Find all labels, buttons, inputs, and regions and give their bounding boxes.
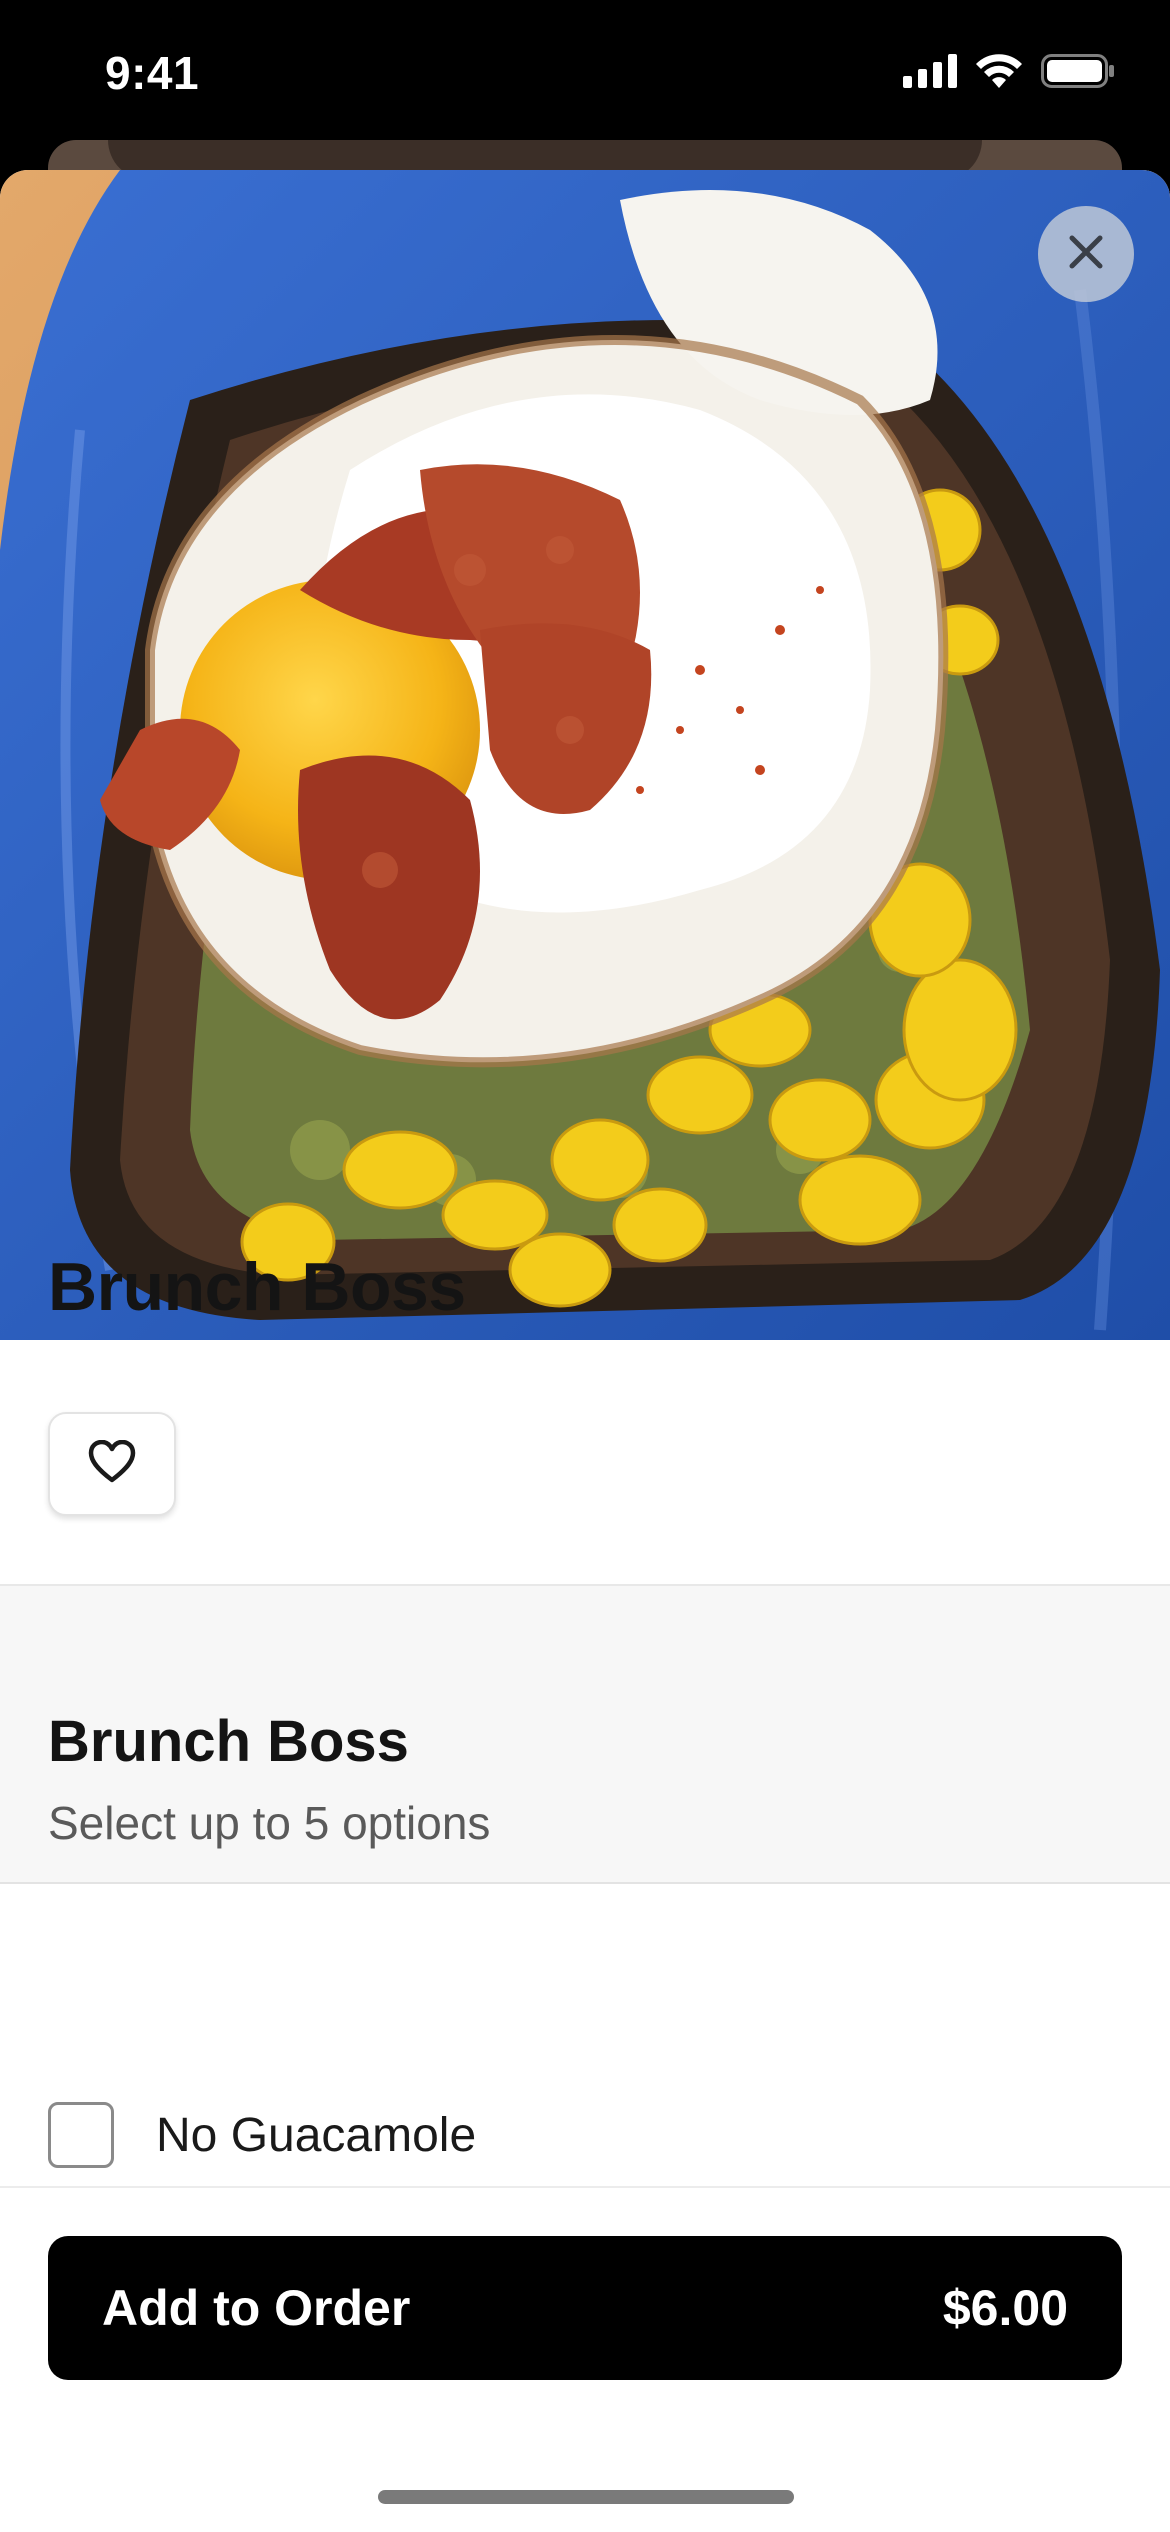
heart-icon bbox=[88, 1439, 136, 1489]
close-icon bbox=[1066, 232, 1106, 277]
options-group-subtitle: Select up to 5 options bbox=[48, 1797, 491, 1849]
item-detail-sheet bbox=[0, 170, 1170, 2532]
item-hero-image bbox=[0, 170, 1170, 1340]
status-bar: 9:41 bbox=[0, 0, 1170, 150]
home-indicator[interactable] bbox=[378, 2490, 794, 2504]
option-row[interactable] bbox=[0, 1884, 1170, 2020]
item-title: Brunch Boss bbox=[48, 1249, 466, 1325]
status-time: 9:41 bbox=[105, 47, 200, 99]
option-checkbox-no-guacamole[interactable] bbox=[48, 2102, 114, 2168]
battery-icon bbox=[1041, 54, 1115, 93]
options-group-title: Brunch Boss bbox=[48, 1709, 409, 1774]
status-icons bbox=[903, 54, 1115, 93]
add-to-order-button[interactable]: Add to Order $6.00 bbox=[48, 2236, 1122, 2380]
price-label: $6.00 bbox=[942, 2280, 1068, 2336]
favorite-button[interactable] bbox=[48, 1412, 176, 1516]
wifi-icon bbox=[975, 54, 1023, 93]
add-to-order-label: Add to Order bbox=[102, 2280, 411, 2336]
cellular-signal-icon bbox=[903, 54, 957, 93]
option-label[interactable]: No Guacamole bbox=[156, 2108, 476, 2163]
close-button[interactable] bbox=[1038, 206, 1134, 302]
